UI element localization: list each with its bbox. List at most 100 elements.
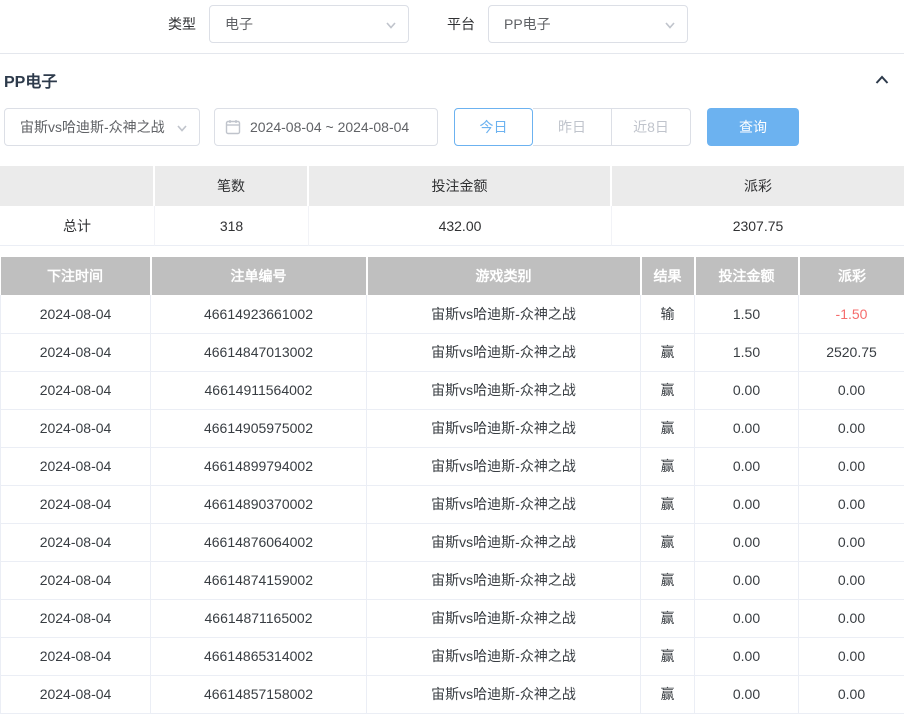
quick-range-group: 今日 昨日 近8日 <box>454 108 691 146</box>
filter-row: 宙斯vs哈迪斯-众神之战 2024-08-04 ~ 2024-08-04 今日 … <box>0 104 904 166</box>
quick-range-last8days-button[interactable]: 近8日 <box>612 108 691 146</box>
payout-cell: 0.00 <box>799 675 904 713</box>
game-category-cell: 宙斯vs哈迪斯-众神之战 <box>367 599 641 637</box>
platform-select[interactable]: PP电子 <box>488 5 688 43</box>
payout-cell: 0.00 <box>799 523 904 561</box>
header-result: 结果 <box>641 257 695 295</box>
summary-total-payout: 2307.75 <box>612 206 904 246</box>
table-row: 2024-08-0446614876064002宙斯vs哈迪斯-众神之战赢 0.0… <box>1 523 904 561</box>
bet-amount-cell: 0.00 <box>695 637 799 675</box>
table-row: 2024-08-0446614865314002宙斯vs哈迪斯-众神之战赢0.0… <box>1 637 904 675</box>
result-cell: 赢 <box>641 675 695 713</box>
game-category-cell: 宙斯vs哈迪斯-众神之战 <box>367 409 641 447</box>
game-category-cell: 宙斯vs哈迪斯-众神之战 <box>367 295 641 333</box>
quick-range-yesterday-button[interactable]: 昨日 <box>533 108 612 146</box>
table-row: 2024-08-0446614890370002宙斯vs哈迪斯-众神之战赢0.0… <box>1 485 904 523</box>
payout-cell: 0.00 <box>799 371 904 409</box>
bet-time-cell: 2024-08-04 <box>1 371 151 409</box>
bet-amount-cell: 0.00 <box>695 371 799 409</box>
chevron-down-icon <box>175 121 189 135</box>
result-cell: 赢 <box>641 485 695 523</box>
bet-id-cell: 46614857158002 <box>151 675 367 713</box>
table-row: 2024-08-0446614874159002宙斯vs哈迪斯-众神之战赢0.0… <box>1 561 904 599</box>
section-header: PP电子 <box>0 54 904 104</box>
game-category-cell: 宙斯vs哈迪斯-众神之战 <box>367 523 641 561</box>
date-range-value: 2024-08-04 ~ 2024-08-04 <box>250 119 409 135</box>
bet-time-cell: 2024-08-04 <box>1 561 151 599</box>
header-bet-id: 注单编号 <box>151 257 367 295</box>
bet-id-cell: 46614865314002 <box>151 637 367 675</box>
summary-total-row: 总计 318 432.00 2307.75 <box>0 206 904 246</box>
summary-total-bet-amount: 432.00 <box>309 206 612 246</box>
summary-total-label: 总计 <box>0 206 155 246</box>
result-cell: 赢 <box>641 523 695 561</box>
bet-time-cell: 2024-08-04 <box>1 599 151 637</box>
bet-time-cell: 2024-08-04 <box>1 523 151 561</box>
result-cell: 赢 <box>641 371 695 409</box>
chevron-down-icon <box>663 18 677 32</box>
game-category-cell: 宙斯vs哈迪斯-众神之战 <box>367 637 641 675</box>
search-button[interactable]: 查询 <box>707 108 799 146</box>
type-label: 类型 <box>168 14 196 34</box>
table-row: 2024-08-0446614871165002宙斯vs哈迪斯-众神之战赢0.0… <box>1 599 904 637</box>
bet-id-cell: 46614871165002 <box>151 599 367 637</box>
bet-time-cell: 2024-08-04 <box>1 409 151 447</box>
summary-header-payout: 派彩 <box>612 166 904 206</box>
game-select-value: 宙斯vs哈迪斯-众神之战 <box>20 117 165 137</box>
bet-time-cell: 2024-08-04 <box>1 447 151 485</box>
payout-cell: 2520.75 <box>799 333 904 371</box>
game-select[interactable]: 宙斯vs哈迪斯-众神之战 <box>4 108 200 146</box>
bet-amount-cell: 0.00 <box>695 485 799 523</box>
payout-cell: 0.00 <box>799 409 904 447</box>
chevron-down-icon <box>384 18 398 32</box>
bet-id-cell: 46614899794002 <box>151 447 367 485</box>
top-filter-bar: 类型 电子 平台 PP电子 <box>0 0 904 53</box>
date-range-input[interactable]: 2024-08-04 ~ 2024-08-04 <box>214 108 438 146</box>
bet-time-cell: 2024-08-04 <box>1 333 151 371</box>
table-row: 2024-08-0446614923661002宙斯vs哈迪斯-众神之战输1.5… <box>1 295 904 333</box>
result-cell: 赢 <box>641 599 695 637</box>
platform-select-value: PP电子 <box>504 14 551 34</box>
bet-amount-cell: 1.50 <box>695 295 799 333</box>
table-row: 2024-08-0446614899794002宙斯vs哈迪斯-众神之战赢 0.0… <box>1 447 904 485</box>
summary-header-row: 笔数 投注金额 派彩 <box>0 166 904 206</box>
bet-id-cell: 46614874159002 <box>151 561 367 599</box>
game-category-cell: 宙斯vs哈迪斯-众神之战 <box>367 447 641 485</box>
bet-time-cell: 2024-08-04 <box>1 675 151 713</box>
bet-id-cell: 46614876064002 <box>151 523 367 561</box>
bet-id-cell: 46614890370002 <box>151 485 367 523</box>
header-payout: 派彩 <box>799 257 904 295</box>
header-game-category: 游戏类别 <box>367 257 641 295</box>
bet-time-cell: 2024-08-04 <box>1 637 151 675</box>
type-select-value: 电子 <box>225 14 253 34</box>
bet-table: 下注时间 注单编号 游戏类别 结果 投注金额 派彩 2024-08-044661… <box>0 257 904 714</box>
table-row: 2024-08-0446614911564002宙斯vs哈迪斯-众神之战赢0.0… <box>1 371 904 409</box>
type-select[interactable]: 电子 <box>209 5 409 43</box>
payout-cell: -1.50 <box>799 295 904 333</box>
calendar-icon <box>225 119 241 135</box>
header-bet-amount: 投注金额 <box>695 257 799 295</box>
game-category-cell: 宙斯vs哈迪斯-众神之战 <box>367 675 641 713</box>
bet-amount-cell: 1.50 <box>695 333 799 371</box>
bet-table-header-row: 下注时间 注单编号 游戏类别 结果 投注金额 派彩 <box>1 257 904 295</box>
payout-cell: 0.00 <box>799 561 904 599</box>
collapse-chevron-up-icon[interactable] <box>874 73 890 87</box>
payout-cell: 0.00 <box>799 447 904 485</box>
bet-amount-cell: 0.00 <box>695 675 799 713</box>
table-row: 2024-08-0446614857158002宙斯vs哈迪斯-众神之战赢0.0… <box>1 675 904 713</box>
game-category-cell: 宙斯vs哈迪斯-众神之战 <box>367 485 641 523</box>
result-cell: 赢 <box>641 637 695 675</box>
quick-range-today-button[interactable]: 今日 <box>454 108 533 146</box>
bet-id-cell: 46614911564002 <box>151 371 367 409</box>
section-title: PP电子 <box>4 68 57 92</box>
bet-id-cell: 46614923661002 <box>151 295 367 333</box>
result-cell: 赢 <box>641 561 695 599</box>
result-cell: 赢 <box>641 409 695 447</box>
summary-header-empty <box>0 166 155 206</box>
table-row: 2024-08-0446614905975002宙斯vs哈迪斯-众神之战赢0.0… <box>1 409 904 447</box>
result-cell: 赢 <box>641 447 695 485</box>
result-cell: 输 <box>641 295 695 333</box>
bet-amount-cell: 0.00 <box>695 599 799 637</box>
summary-header-bet-amount: 投注金额 <box>309 166 612 206</box>
summary-table: 笔数 投注金额 派彩 总计 318 432.00 2307.75 <box>0 166 904 246</box>
